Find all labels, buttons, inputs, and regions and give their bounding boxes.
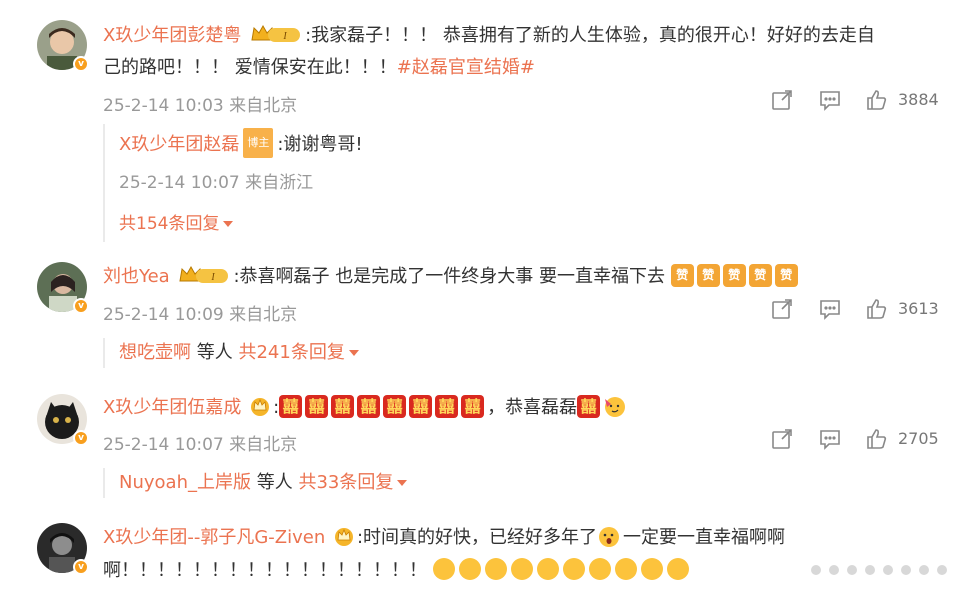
verified-icon: v — [73, 559, 89, 575]
more-replies-link[interactable]: 共241条回复 — [238, 342, 359, 363]
reply-username[interactable]: Nuyoah_上岸版 — [119, 472, 251, 493]
crying-emoji-icon — [614, 558, 637, 580]
username[interactable]: X玖少年团彭楚粤 — [103, 25, 241, 46]
xi-emoji-icon: 囍 — [305, 394, 329, 418]
reply-summary: 想吃壶啊 等人 共241条回复 — [103, 338, 903, 368]
xi-emoji-icon: 囍 — [383, 394, 407, 418]
comment-icon[interactable] — [818, 88, 842, 116]
comment-meta: 25-2-14 10:07 来自北京 — [103, 435, 298, 455]
like-icon[interactable] — [865, 297, 889, 325]
reply-summary-text: 想吃壶啊 等人 共241条回复 — [119, 339, 359, 367]
forward-icon[interactable] — [770, 297, 794, 325]
comment-icon[interactable] — [818, 427, 842, 455]
more-replies-link[interactable]: 共33条回复 — [298, 472, 408, 493]
username[interactable]: X玖少年团伍嘉成 — [103, 397, 241, 418]
reply-meta: 25-2-14 10:07 来自浙江 — [119, 173, 314, 193]
emoji-group: 囍囍囍囍囍囍囍囍 — [279, 394, 487, 418]
reply-summary-text: Nuyoah_上岸版 等人 共33条回复 — [119, 469, 408, 497]
zan-emoji-icon: 赞 — [748, 263, 772, 287]
author-tag: 博主 — [243, 128, 274, 158]
chevron-down-icon — [223, 221, 234, 227]
crying-emoji-icon — [588, 558, 611, 580]
crying-emoji-icon — [536, 558, 559, 580]
comment-icon[interactable] — [818, 297, 842, 325]
crying-emoji-icon — [562, 558, 585, 580]
zan-emoji-icon: 赞 — [670, 263, 694, 287]
crown-icon — [333, 526, 355, 546]
chevron-down-icon — [348, 350, 359, 356]
crying-emoji-icon — [640, 558, 663, 580]
verified-icon: v — [73, 56, 89, 72]
crown-icon — [249, 396, 271, 416]
comment-text: X玖少年团--郭子凡G-Ziven :时间真的好快，已经好多年了 一定要一直幸福啊… — [103, 523, 785, 553]
chevron-down-icon — [397, 480, 408, 486]
reply-summary: Nuyoah_上岸版 等人 共33条回复 — [103, 468, 903, 498]
forward-icon[interactable] — [770, 427, 794, 455]
comment-text-cont: 啊！！！！！！！！！！！！！！！！！ — [103, 556, 693, 586]
xi-emoji-icon: 囍 — [461, 394, 485, 418]
xi-emoji-icon: 囍 — [577, 394, 601, 418]
xi-emoji-icon: 囍 — [409, 394, 433, 418]
verified-icon: v — [73, 430, 89, 446]
reply-box: X玖少年团赵磊 博主:谢谢粤哥! 25-2-14 10:07 来自浙江 共154条… — [103, 124, 903, 242]
svg-text:I: I — [282, 31, 287, 42]
comment-text-cont: 己的路吧！！！ 爱情保安在此！！！#赵磊官宣结婚# — [103, 57, 535, 78]
more-replies-link[interactable]: 共154条回复 — [119, 209, 234, 234]
xi-emoji-icon: 囍 — [357, 394, 381, 418]
zan-emoji-icon: 赞 — [774, 263, 798, 287]
comment-meta: 25-2-14 10:03 来自北京 — [103, 96, 298, 116]
comment-text: 刘也Yea I :恭喜啊磊子 也是完成了一件终身大事 要一直幸福下去 赞赞赞赞赞 — [103, 262, 801, 292]
party-face-emoji-icon — [603, 395, 626, 418]
crying-emoji-icon — [458, 558, 481, 580]
crown-badge-icon: I — [250, 24, 302, 44]
zan-emoji-icon: 赞 — [722, 263, 746, 287]
like-count: 2705 — [898, 429, 939, 448]
zan-emoji-icon: 赞 — [696, 263, 720, 287]
surprised-emoji-icon — [597, 525, 620, 548]
comment-text: X玖少年团彭楚粤 I :我家磊子！！！ 恭喜拥有了新的人生体验，真的很开心！好好… — [103, 24, 875, 46]
crying-emoji-icon — [666, 558, 689, 580]
verified-icon: v — [73, 298, 89, 314]
crying-emoji-icon — [510, 558, 533, 580]
crying-emoji-icon — [432, 558, 455, 580]
crying-emoji-icon — [484, 558, 507, 580]
xi-emoji-icon: 囍 — [331, 394, 355, 418]
hashtag-link[interactable]: #赵磊官宣结婚# — [397, 57, 535, 78]
xi-emoji-icon: 囍 — [435, 394, 459, 418]
like-count: 3613 — [898, 299, 939, 318]
svg-text:I: I — [211, 272, 216, 283]
comment-actions: 3613 — [768, 297, 943, 321]
username[interactable]: 刘也Yea — [103, 266, 170, 287]
xi-emoji-icon: 囍 — [279, 394, 303, 418]
username[interactable]: X玖少年团--郭子凡G-Ziven — [103, 527, 325, 548]
like-count: 3884 — [898, 90, 939, 109]
horizontal-scroll-indicator[interactable] — [808, 562, 954, 578]
forward-icon[interactable] — [770, 88, 794, 116]
crown-badge-icon: I — [178, 265, 230, 285]
reply-text: X玖少年团赵磊 博主:谢谢粤哥! — [119, 128, 363, 160]
like-icon[interactable] — [865, 427, 889, 455]
comment-actions: 2705 — [768, 427, 943, 451]
like-icon[interactable] — [865, 88, 889, 116]
reply-username[interactable]: 想吃壶啊 — [119, 342, 191, 363]
emoji-group: 赞赞赞赞赞 — [665, 263, 801, 287]
comment-meta: 25-2-14 10:09 来自北京 — [103, 305, 298, 325]
emoji-group — [432, 558, 693, 581]
reply-username[interactable]: X玖少年团赵磊 — [119, 134, 239, 155]
comment-text: X玖少年团伍嘉成 : 囍囍囍囍囍囍囍囍，恭喜磊磊囍 — [103, 393, 629, 423]
comment-actions: 3884 — [768, 88, 943, 112]
